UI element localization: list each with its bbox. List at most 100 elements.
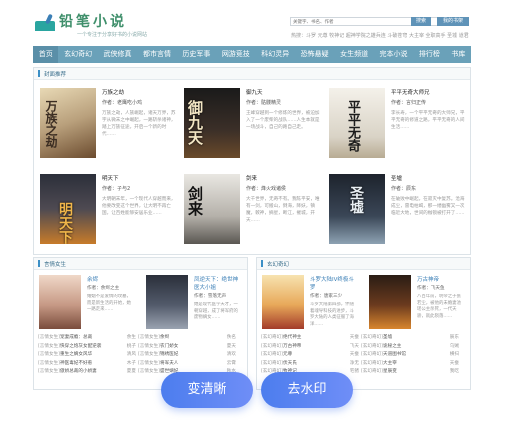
- featured-title: 封面推荐: [44, 71, 67, 78]
- book-card[interactable]: 斗罗大陆IV终极斗罗 作者：唐家三少 斗罗大陆第四部，伴随着魂导科技的进步，斗罗…: [262, 275, 357, 329]
- bookshelf-button[interactable]: 我的书架: [437, 17, 469, 26]
- clarify-button[interactable]: 变清晰: [161, 372, 253, 408]
- list-item[interactable]: [言情女生] 快穿之炮灰女配逆袭 桃子: [38, 343, 138, 352]
- book-name[interactable]: 平平无奇大师兄: [391, 88, 465, 96]
- book-card[interactable]: 余烬 作者：余烬之主 婚姻不是爱情的坟墓，而是新生活的开始，她一路走来……: [39, 275, 134, 329]
- list-item[interactable]: [玄幻奇幻] 圣墟 辰东: [361, 334, 461, 343]
- list-item[interactable]: [玄幻奇幻] 元尊 天蚕: [261, 351, 361, 360]
- book-cover[interactable]: [369, 275, 411, 329]
- list-item[interactable]: [言情女生] 宠妻成瘾：总裁 余生: [38, 334, 138, 343]
- hot-search-terms[interactable]: 斗罗 元尊 牧神记 超神学院之雄兵连 斗破苍穹 大主宰 全职高手 圣墟 道君: [306, 33, 469, 39]
- book-desc: 婚姻不是爱情的坟墓，而是新生活的开始，她一路走来……: [87, 294, 131, 312]
- book-desc: 在破败中崛起，在寂灭中复苏。沧海成尘，雷电枯竭，那一缕幽雾又一次临近大地，世间的…: [391, 197, 465, 216]
- book-card[interactable]: 万古神帝 作者：飞天鱼 八百年前，明帝之子张若尘，被他的未婚妻池瑶公主杀死，一代…: [369, 275, 464, 329]
- header: 铅笔小说 一个专注于分享好书的小说网站 搜索 我的书架 热搜：斗罗 元尊 牧神记…: [33, 10, 471, 44]
- list-item[interactable]: [玄幻奇幻] 天道图书馆 横扫: [361, 351, 461, 360]
- book-card[interactable]: 圣墟 圣墟 作者：辰东 在破败中崛起，在寂灭中复苏。沧海成尘，雷电枯竭，那一缕幽…: [329, 174, 467, 244]
- book-cover[interactable]: 明天下: [40, 174, 96, 244]
- hot-search: 热搜：斗罗 元尊 牧神记 超神学院之雄兵连 斗破苍穹 大主宰 全职高手 圣墟 道…: [291, 32, 471, 39]
- book-author[interactable]: 作者：飞天鱼: [417, 285, 465, 291]
- list-item[interactable]: [玄幻奇幻] 大主宰 天蚕: [361, 360, 461, 369]
- list-item[interactable]: [言情女生] 神医毒妃不好惹 木子: [38, 360, 138, 369]
- hot-search-label: 热搜：: [291, 33, 307, 39]
- book-author[interactable]: 作者：余烬之主: [87, 285, 135, 291]
- section-title[interactable]: 言情女生: [44, 260, 66, 268]
- main-nav: 首页 玄幻奇幻 武侠修真 都市言情 历史军事 网游竞技 科幻灵异 恐怖悬疑 女生…: [33, 46, 471, 63]
- book-card[interactable]: 御九天 御九天 作者：骷髅精灵 王峰穿越到一个修炼的世界，被迫加入了一个废柴的战…: [184, 88, 322, 158]
- site-logo[interactable]: 铅笔小说 一个专注于分享好书的小说网站: [35, 13, 148, 38]
- book-card[interactable]: 平平无奇 平平无奇大师兄 作者：言归正传 李长寿，一个平平无奇的大师兄，平平无奇…: [329, 88, 467, 158]
- book-list: [玄幻奇幻] 绝代神主 天蚕 [玄幻奇幻] 万古神帝 飞天 [玄幻奇幻] 元尊 天蚕 [玄幻…: [261, 334, 461, 377]
- book-name[interactable]: 万族之劫: [102, 88, 176, 96]
- book-author[interactable]: 作者：老鹰吃小鸡: [102, 99, 176, 106]
- book-cover[interactable]: 剑来: [184, 174, 240, 244]
- section-header: 言情女生: [34, 258, 247, 270]
- book-cover[interactable]: 御九天: [184, 88, 240, 158]
- page: 铅笔小说 一个专注于分享好书的小说网站 搜索 我的书架 热搜：斗罗 元尊 牧神记…: [33, 10, 471, 390]
- book-card[interactable]: 剑来 剑来 作者：烽火戏诸侯 大千世界，无奇不有。我陈平安，唯有一剑，可搬山，倒…: [184, 174, 322, 244]
- featured-header: 封面推荐: [34, 68, 470, 80]
- list-item[interactable]: [言情女生] 傲娇总裁的小娇妻 夏夏: [38, 368, 138, 377]
- book-name[interactable]: 明天下: [102, 174, 176, 182]
- book-cover[interactable]: [262, 275, 304, 329]
- book-cover[interactable]: [146, 275, 188, 329]
- book-list: [言情女生] 宠妻成瘾：总裁 余生 [言情女生] 快穿之炮灰女配逆袭 桃子 [言情女生]…: [38, 334, 238, 377]
- book-name[interactable]: 万古神帝: [417, 275, 465, 283]
- featured-panel: 封面推荐 万族之劫 万族之劫 作者：老鹰吃小鸡 万族之劫，人族崛起，诸天万界，苏…: [33, 67, 471, 255]
- nav-kehuan[interactable]: 科幻灵异: [256, 46, 295, 63]
- book-card[interactable]: 明天下 明天下 作者：孑与2 大明朝末年，一个现代人穿越而来，他要改变这个世界，…: [40, 174, 178, 244]
- book-name[interactable]: 斗罗大陆IV终极斗罗: [310, 275, 358, 291]
- list-item[interactable]: [言情女生] 余烬 佚名: [138, 334, 238, 343]
- book-name[interactable]: 余烬: [87, 275, 135, 283]
- book-author[interactable]: 作者：烽火戏诸侯: [246, 185, 320, 192]
- list-item[interactable]: [玄幻奇幻] 诡秘之主 乌贼: [361, 343, 461, 352]
- section-header: 玄幻奇幻: [257, 258, 470, 270]
- list-item[interactable]: [言情女生] 农门娇女 夏天: [138, 343, 238, 352]
- book-name[interactable]: 圣墟: [391, 174, 465, 182]
- book-author[interactable]: 作者：言归正传: [391, 99, 465, 106]
- book-author[interactable]: 作者：骷髅精灵: [246, 99, 320, 106]
- nav-lishi[interactable]: 历史军事: [177, 46, 216, 63]
- book-desc: 李长寿，一个平平无奇的大师兄，平平无奇的修道之路，平平无奇的人间生活……: [391, 111, 465, 130]
- list-item[interactable]: [言情女生] 重生之嫡女风华 清风: [38, 351, 138, 360]
- book-author[interactable]: 作者：孑与2: [102, 185, 176, 192]
- nav-rank[interactable]: 排行榜: [413, 46, 445, 63]
- book-author[interactable]: 作者：雪落无声: [194, 293, 242, 299]
- list-item[interactable]: [言情女生] 锦绣医妃 清欢: [138, 351, 238, 360]
- nav-wangyou[interactable]: 网游竞技: [216, 46, 255, 63]
- site-slogan: 一个专注于分享好书的小说网站: [77, 32, 148, 38]
- book-cover[interactable]: 圣墟: [329, 174, 385, 244]
- list-item[interactable]: [玄幻奇幻] 星辰变 我吃: [361, 368, 461, 377]
- site-name: 铅笔小说: [59, 14, 127, 30]
- nav-wuxia[interactable]: 武侠修真: [98, 46, 137, 63]
- search-button[interactable]: 搜索: [411, 17, 431, 26]
- book-card[interactable]: 万族之劫 万族之劫 作者：老鹰吃小鸡 万族之劫，人族崛起，诸天万界，苏宇从微末之…: [40, 88, 178, 158]
- book-cover[interactable]: 万族之劫: [40, 88, 96, 158]
- book-desc: 大千世界，无奇不有。我陈平安，唯有一剑，可搬山，倒海，降妖，镇魔，敕神，摘星，断…: [246, 197, 320, 223]
- book-pen-icon: [35, 13, 55, 32]
- nav-library[interactable]: 书库: [446, 46, 471, 63]
- book-name[interactable]: 御九天: [246, 88, 320, 96]
- book-cover[interactable]: [39, 275, 81, 329]
- book-desc: 王峰穿越到一个修炼的世界，被迫加入了一个废柴的战队……人生本就是一场战斗，自己的…: [246, 111, 320, 130]
- nav-wanben[interactable]: 完本小说: [374, 46, 413, 63]
- list-item[interactable]: [玄幻奇幻] 万古神帝 飞天: [261, 343, 361, 352]
- book-cover[interactable]: 平平无奇: [329, 88, 385, 158]
- nav-dushi[interactable]: 都市言情: [137, 46, 176, 63]
- nav-nvsheng[interactable]: 女生频道: [334, 46, 373, 63]
- list-item[interactable]: [玄幻奇幻] 绝代神主 天蚕: [261, 334, 361, 343]
- book-author[interactable]: 作者：辰东: [391, 185, 465, 192]
- nav-xuanhuan[interactable]: 玄幻奇幻: [58, 46, 97, 63]
- remove-watermark-button[interactable]: 去水印: [261, 372, 353, 408]
- list-item[interactable]: [玄幻奇幻] 伏天氏 净无: [261, 360, 361, 369]
- section-title[interactable]: 玄幻奇幻: [267, 260, 289, 268]
- nav-home[interactable]: 首页: [33, 46, 59, 63]
- section-panel: 玄幻奇幻 斗罗大陆IV终极斗罗 作者：唐家三少 斗罗大陆第四部，伴随着魂导科技的…: [256, 257, 471, 390]
- book-name[interactable]: 剑来: [246, 174, 320, 182]
- nav-kongbu[interactable]: 恐怖悬疑: [295, 46, 334, 63]
- book-desc: 八百年前，明帝之子张若尘，被他的未婚妻池瑶公主杀死，一代天骄，就此陨落……: [417, 294, 461, 319]
- book-card[interactable]: 凤逆天下：绝世神医大小姐 作者：雪落无声 她是现代医学天才，一朝穿越，成了将军府…: [146, 275, 241, 329]
- list-item[interactable]: [言情女生] 将军夫人 云霄: [138, 360, 238, 369]
- book-name[interactable]: 凤逆天下：绝世神医大小姐: [194, 275, 242, 291]
- book-author[interactable]: 作者：唐家三少: [310, 293, 358, 299]
